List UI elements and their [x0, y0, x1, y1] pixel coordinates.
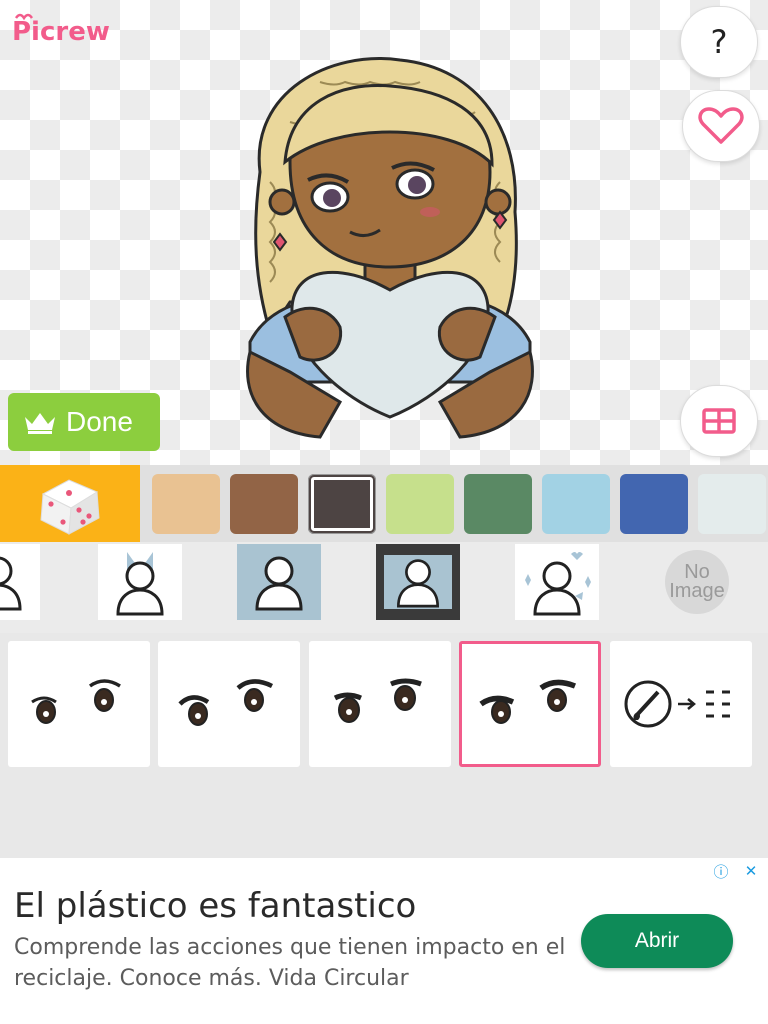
favorite-button[interactable] [682, 90, 760, 162]
help-button[interactable]: ? [680, 6, 758, 78]
done-label: Done [66, 406, 133, 437]
avatar-preview [246, 57, 534, 439]
ad-banner[interactable]: ⓘ ✕ El plástico es fantastico Comprende … [0, 858, 768, 1024]
color-swatch[interactable] [698, 474, 766, 534]
avatar-canvas: Picrew ? Done [0, 0, 768, 465]
eye-style-4-icon [479, 679, 577, 724]
grid-icon [702, 408, 736, 434]
color-swatch[interactable] [542, 474, 610, 534]
person-with-ribbon-icon [116, 552, 164, 616]
bg-thumb-partial[interactable] [0, 544, 40, 620]
bg-thumb-light-blue[interactable] [237, 544, 321, 620]
background-options-row: No Image [0, 542, 768, 633]
eye-style-option[interactable] [309, 641, 451, 767]
color-swatch[interactable] [620, 474, 688, 534]
color-swatch[interactable] [230, 474, 298, 534]
crown-icon [25, 413, 55, 434]
eye-style-1-icon [31, 679, 121, 724]
person-silhouette-icon [397, 559, 439, 608]
paintbrush-icon [624, 680, 730, 728]
eye-style-2-icon [178, 679, 274, 726]
color-palette-row [0, 465, 768, 542]
person-silhouette-icon [0, 556, 22, 611]
ad-open-button[interactable]: Abrir [581, 914, 733, 968]
no-image-placeholder: No Image [665, 550, 729, 614]
bg-thumb-dark-frame[interactable] [376, 544, 460, 620]
color-swatch[interactable] [464, 474, 532, 534]
layout-button[interactable] [680, 385, 758, 457]
person-silhouette-icon [255, 556, 303, 611]
eye-style-option[interactable] [158, 641, 300, 767]
eye-style-3-icon [333, 678, 422, 723]
heart-icon [698, 107, 744, 144]
ad-title: El plástico es fantastico [14, 886, 417, 926]
person-with-sparkles-icon [525, 552, 591, 616]
eye-style-option-selected[interactable] [459, 641, 601, 767]
bg-thumb-sparkles[interactable] [515, 544, 599, 620]
color-swatch[interactable] [152, 474, 220, 534]
custom-color-option[interactable] [610, 641, 752, 767]
item-options-grid [0, 633, 768, 858]
ad-info-icon[interactable]: ⓘ [708, 860, 734, 882]
bg-thumb-no-image[interactable]: No Image [655, 544, 739, 620]
bg-thumb-ribbon[interactable] [98, 544, 182, 620]
svg-text:Picrew: Picrew [12, 17, 110, 46]
color-swatch[interactable] [386, 474, 454, 534]
color-swatch[interactable] [308, 474, 376, 534]
ad-description: Comprende las acciones que tienen impact… [14, 935, 566, 991]
done-button[interactable]: Done [8, 393, 160, 451]
randomize-button[interactable] [0, 465, 140, 542]
ad-badge: ⓘ ✕ [708, 860, 764, 882]
ad-close-icon[interactable]: ✕ [738, 860, 764, 882]
picrew-logo[interactable]: Picrew [10, 8, 132, 46]
eye-style-option[interactable] [8, 641, 150, 767]
question-mark-icon: ? [710, 23, 728, 61]
dice-icon [40, 478, 100, 535]
